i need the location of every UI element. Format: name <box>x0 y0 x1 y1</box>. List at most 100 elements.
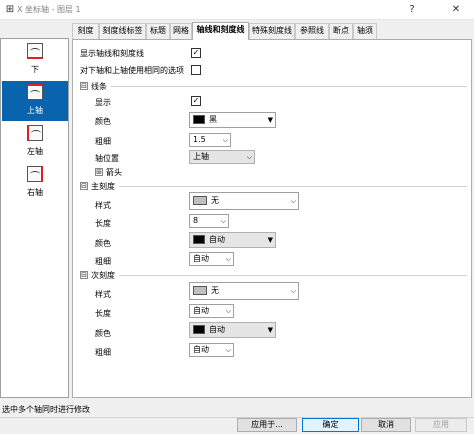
tab-title[interactable]: 标题 <box>146 23 170 39</box>
same-options-checkbox[interactable] <box>191 65 201 75</box>
minor-color-dropdown[interactable]: 自动 ▼ <box>189 322 276 338</box>
minor-style-value: 无 <box>211 286 219 295</box>
major-thickness-label: 粗细 <box>95 257 111 266</box>
axis-app-icon: ⊞ <box>5 4 15 15</box>
line-color-swatch <box>193 114 205 124</box>
minor-section-collapse-icon[interactable]: ⊟ <box>80 271 88 279</box>
title-bar: ⊞ X 坐标轴 - 图层 1 ? ✕ <box>0 0 474 20</box>
axis-item-label: 右轴 <box>27 188 43 197</box>
tab-rug[interactable]: 轴须 <box>353 23 377 39</box>
axis-item-top[interactable]: 上轴 <box>2 81 68 121</box>
axis-position-label: 轴位置 <box>95 154 119 163</box>
axis-item-label: 上轴 <box>27 106 43 115</box>
chevron-down-icon: ⌵ <box>220 217 226 225</box>
tab-grid[interactable]: 网格 <box>170 23 192 39</box>
axis-item-left[interactable]: 左轴 <box>2 122 68 162</box>
minor-thickness-label: 粗细 <box>95 348 111 357</box>
line-color-dropdown[interactable]: 黑 ▼ <box>189 112 276 128</box>
minor-color-swatch <box>193 324 205 334</box>
minor-color-value: 自动 <box>209 325 225 334</box>
section-divider <box>119 275 467 276</box>
chevron-down-icon: ⌵ <box>222 136 228 144</box>
top-axis-icon <box>27 84 43 100</box>
line-section-collapse-icon[interactable]: ⊟ <box>80 82 88 90</box>
minor-section-title: 次刻度 <box>91 271 115 280</box>
tab-reference-lines[interactable]: 参照线 <box>295 23 329 39</box>
minor-style-swatch <box>193 285 207 295</box>
axis-item-bottom[interactable]: 下 <box>2 40 68 80</box>
tab-special-ticks[interactable]: 特殊刻度线 <box>249 23 295 39</box>
chevron-down-icon: ▼ <box>267 326 273 334</box>
axis-position-value: 上轴 <box>193 152 209 161</box>
major-color-swatch <box>193 234 205 244</box>
chevron-down-icon: ⌵ <box>225 346 231 354</box>
major-style-label: 样式 <box>95 201 111 210</box>
major-color-value: 自动 <box>209 235 225 244</box>
axis-item-right[interactable]: 右轴 <box>2 163 68 203</box>
major-thickness-value: 自动 <box>193 254 209 263</box>
tab-breaks[interactable]: 断点 <box>329 23 353 39</box>
show-axis-ticks-label: 显示轴线和刻度线 <box>80 49 144 58</box>
minor-color-label: 颜色 <box>95 329 111 338</box>
ok-button[interactable]: 确定 <box>302 418 359 432</box>
minor-length-label: 长度 <box>95 309 111 318</box>
chevron-down-icon: ⌵ <box>290 287 296 295</box>
section-divider <box>119 186 467 187</box>
right-axis-icon <box>27 166 43 182</box>
window-title: X 坐标轴 - 图层 1 <box>17 5 81 14</box>
apply-to-button[interactable]: 应用于... <box>237 418 297 432</box>
line-thickness-combo[interactable]: 1.5 ⌵ <box>189 133 231 147</box>
minor-length-value: 自动 <box>193 306 209 315</box>
major-style-swatch <box>193 195 207 205</box>
axis-position-dropdown[interactable]: 上轴 ⌵ <box>189 150 255 164</box>
axis-list: 下 上轴 左轴 右轴 <box>0 38 69 398</box>
major-length-label: 长度 <box>95 219 111 228</box>
bottom-axis-icon <box>27 43 43 59</box>
major-length-value: 8 <box>193 216 199 225</box>
minor-length-combo[interactable]: 自动 ⌵ <box>189 304 234 318</box>
line-section-title: 线条 <box>91 82 107 91</box>
apply-button[interactable]: 应用 <box>415 418 467 432</box>
chevron-down-icon: ▼ <box>267 116 273 124</box>
tab-bar: 刻度 刻度线标签 标题 网格 轴线和刻度线 特殊刻度线 参照线 断点 轴须 <box>72 22 474 40</box>
line-thickness-label: 粗细 <box>95 137 111 146</box>
close-button[interactable]: ✕ <box>447 2 465 18</box>
section-divider <box>111 86 467 87</box>
axis-item-label: 下 <box>31 65 39 74</box>
tab-tick-labels[interactable]: 刻度线标签 <box>99 23 146 39</box>
major-section-title: 主刻度 <box>91 182 115 191</box>
status-text: 选中多个轴同时进行修改 <box>2 405 90 414</box>
chevron-down-icon: ▼ <box>267 236 273 244</box>
minor-style-dropdown[interactable]: 无 ⌵ <box>189 282 299 300</box>
line-color-label: 颜色 <box>95 117 111 126</box>
show-axis-ticks-checkbox[interactable]: ✓ <box>191 48 201 58</box>
major-length-combo[interactable]: 8 ⌵ <box>189 214 229 228</box>
arrow-section-expand-icon[interactable]: ⊞ <box>95 168 103 176</box>
line-color-value: 黑 <box>209 115 217 124</box>
major-section-collapse-icon[interactable]: ⊟ <box>80 182 88 190</box>
line-show-label: 显示 <box>95 98 111 107</box>
tab-scale[interactable]: 刻度 <box>72 23 99 39</box>
arrow-section-label: 箭头 <box>106 168 122 177</box>
axis-item-label: 左轴 <box>27 147 43 156</box>
cancel-button[interactable]: 取消 <box>361 418 411 432</box>
major-thickness-combo[interactable]: 自动 ⌵ <box>189 252 234 266</box>
major-color-label: 颜色 <box>95 239 111 248</box>
left-axis-icon <box>27 125 43 141</box>
major-style-dropdown[interactable]: 无 ⌵ <box>189 192 299 210</box>
minor-style-label: 样式 <box>95 290 111 299</box>
chevron-down-icon: ⌵ <box>246 153 252 161</box>
tab-line-and-ticks[interactable]: 轴线和刻度线 <box>192 22 249 40</box>
line-show-checkbox[interactable]: ✓ <box>191 96 201 106</box>
settings-panel: 显示轴线和刻度线 ✓ 对下轴和上轴使用相同的选项 ⊟ 线条 显示 ✓ 颜色 黑 … <box>72 39 472 398</box>
line-thickness-value: 1.5 <box>193 135 206 144</box>
same-options-label: 对下轴和上轴使用相同的选项 <box>80 66 184 75</box>
major-color-dropdown[interactable]: 自动 ▼ <box>189 232 276 248</box>
chevron-down-icon: ⌵ <box>225 307 231 315</box>
minor-thickness-combo[interactable]: 自动 ⌵ <box>189 343 234 357</box>
chevron-down-icon: ⌵ <box>290 197 296 205</box>
chevron-down-icon: ⌵ <box>225 255 231 263</box>
major-style-value: 无 <box>211 196 219 205</box>
help-button[interactable]: ? <box>404 2 420 18</box>
minor-thickness-value: 自动 <box>193 345 209 354</box>
